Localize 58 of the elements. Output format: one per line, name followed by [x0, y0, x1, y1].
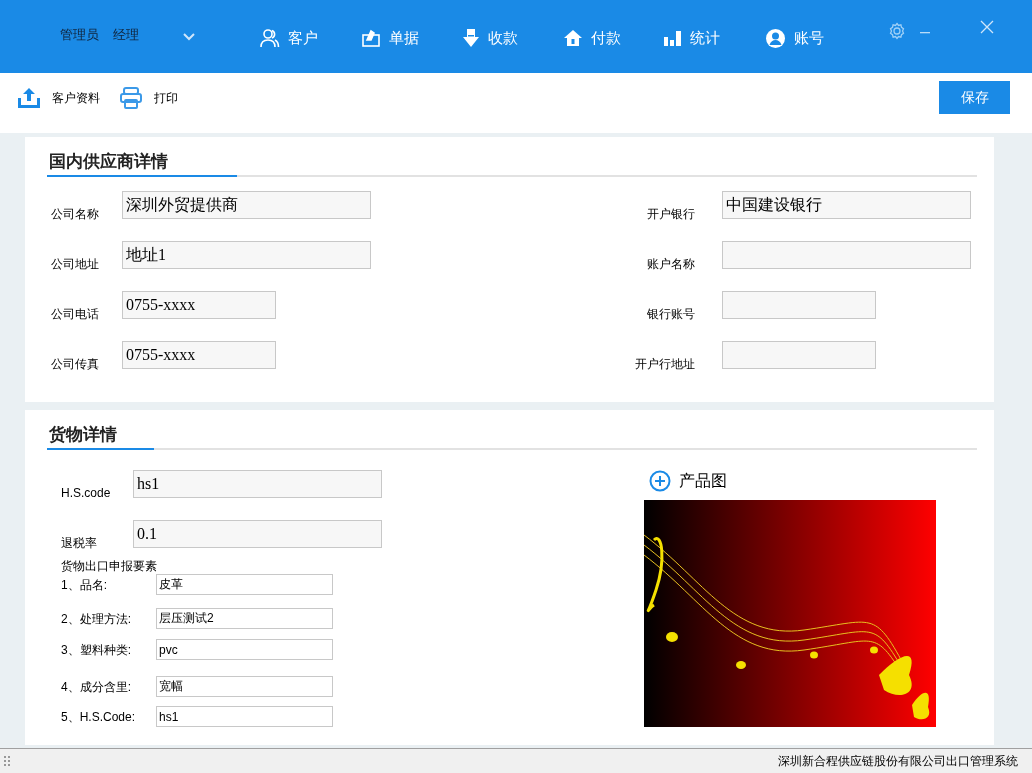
toolbar-button[interactable]: 客户资料 [18, 88, 100, 108]
house-icon [563, 29, 583, 48]
text-field[interactable] [722, 241, 971, 269]
resize-grip-icon [4, 756, 10, 766]
status-text: 深圳新合程供应链股份有限公司出口管理系统 [778, 753, 1018, 770]
chevron-down-icon[interactable] [183, 32, 195, 41]
text-field[interactable]: 0755-xxxx [122, 291, 276, 319]
download-icon [462, 28, 480, 49]
text-field[interactable]: 地址1 [122, 241, 371, 269]
person-icon [260, 28, 280, 49]
text-field[interactable]: 皮革 [156, 574, 333, 595]
nav-item[interactable]: 收款 [462, 27, 563, 50]
printer-icon [120, 87, 142, 109]
text-field[interactable]: hs1 [133, 470, 382, 498]
add-image-button[interactable]: 产品图 [644, 470, 936, 492]
field-label: 账户名称 [646, 256, 695, 273]
nav-item[interactable]: 客户 [260, 27, 361, 50]
nav-item[interactable]: 付款 [563, 27, 664, 50]
field-label: 退税率 [61, 535, 98, 552]
field-label: 1、品名: [61, 576, 108, 594]
section-title: 国内供应商详情 [48, 151, 169, 173]
field-label: 开户银行 [646, 206, 695, 223]
field-label: H.S.code [61, 485, 112, 502]
field-label: 公司名称 [50, 206, 100, 223]
text-field[interactable] [722, 341, 876, 369]
bar-chart-icon [664, 30, 682, 47]
text-field[interactable]: 0755-xxxx [122, 341, 276, 369]
text-field[interactable]: 中国建设银行 [722, 191, 971, 219]
declaration-title: 货物出口申报要素 [61, 558, 158, 574]
text-field[interactable]: 深圳外贸提供商 [122, 191, 371, 219]
user-role: 经理 [113, 26, 139, 44]
nav-item[interactable]: 统计 [664, 27, 765, 50]
field-label: 银行账号 [646, 306, 695, 323]
section-title: 货物详情 [48, 424, 118, 446]
field-label: 2、处理方法: [61, 610, 132, 628]
save-button[interactable]: 保存 [939, 81, 1010, 114]
field-label: 5、H.S.Code: [61, 708, 137, 726]
field-label: 公司传真 [50, 356, 100, 373]
text-field[interactable]: pvc [156, 639, 333, 660]
text-field[interactable]: 宽幅 [156, 676, 333, 697]
nav-item[interactable]: 单据 [361, 27, 462, 50]
user-name: 管理员 [60, 26, 99, 44]
text-field[interactable]: hs1 [156, 706, 333, 727]
field-label: 公司电话 [50, 306, 100, 323]
upload-icon [18, 88, 40, 108]
close-icon[interactable] [980, 20, 994, 34]
text-field[interactable]: 0.1 [133, 520, 382, 548]
field-label: 公司地址 [50, 256, 100, 273]
settings-icon[interactable] [888, 22, 906, 40]
toolbar-button[interactable]: 打印 [120, 87, 178, 109]
text-field[interactable] [722, 291, 876, 319]
nav-item[interactable]: 账号 [765, 27, 866, 50]
field-label: 4、成分含里: [61, 678, 132, 696]
text-field[interactable]: 层压测试2 [156, 608, 333, 629]
plus-circle-icon [649, 470, 671, 492]
field-label: 3、塑料种类: [61, 641, 132, 659]
user-circle-icon [765, 27, 786, 49]
field-label: 开户行地址 [634, 356, 695, 373]
